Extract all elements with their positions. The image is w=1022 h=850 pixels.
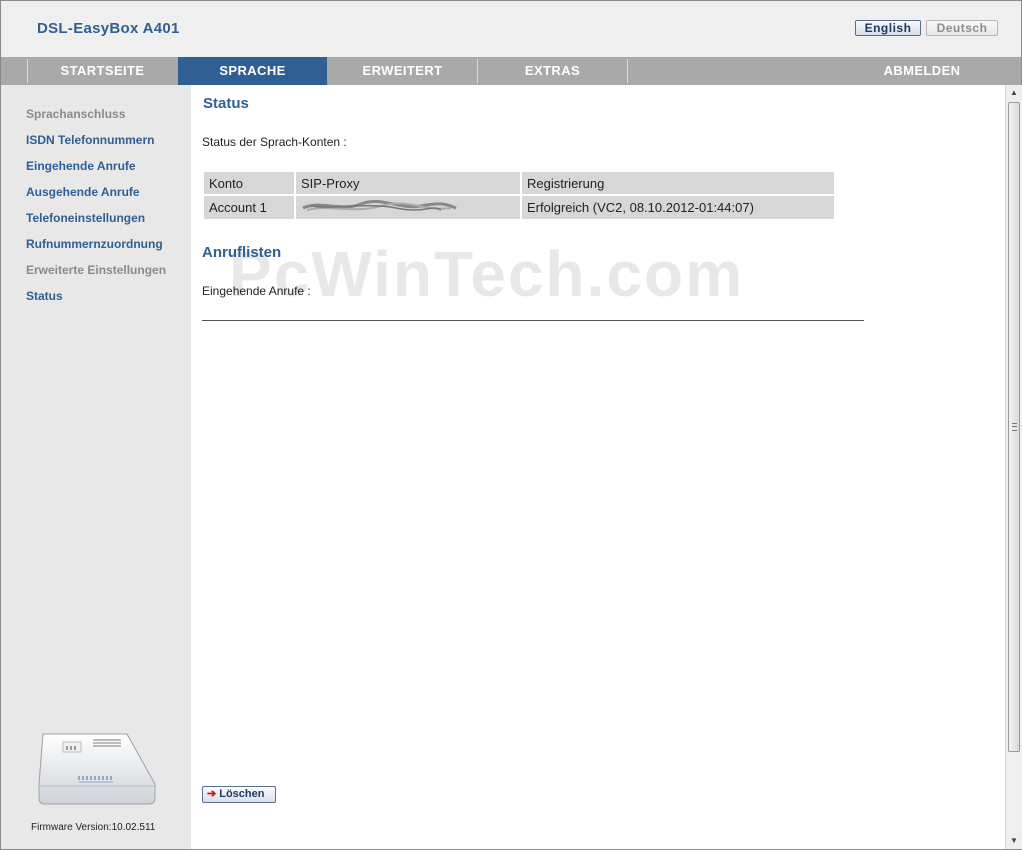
sidebar-item-erweiterte-einstellungen[interactable]: Erweiterte Einstellungen: [26, 263, 166, 277]
accounts-table: Konto SIP-Proxy Registrierung Account 1 …: [202, 170, 836, 221]
delete-button[interactable]: ➔ Löschen: [202, 786, 276, 803]
arrow-right-icon: ➔: [207, 788, 217, 800]
table-header-cell: Registrierung: [522, 172, 834, 194]
nav-separator: [627, 59, 628, 83]
router-device-image: [38, 733, 156, 805]
calllists-title: Anruflisten: [202, 244, 282, 261]
sidebar-item-sprachanschluss[interactable]: Sprachanschluss: [26, 107, 125, 121]
sidebar-item-rufnummernzuordnung[interactable]: Rufnummernzuordnung: [26, 237, 163, 251]
sidebar-item-status[interactable]: Status: [26, 289, 63, 303]
sidebar-item-telefoneinstellungen[interactable]: Telefoneinstellungen: [26, 211, 145, 225]
vertical-scrollbar[interactable]: ▲ ▼: [1005, 85, 1022, 849]
lang-deutsch-button[interactable]: Deutsch: [926, 20, 998, 36]
sidebar-item-isdn-telefonnummern[interactable]: ISDN Telefonnummern: [26, 133, 154, 147]
table-cell-registrierung: Erfolgreich (VC2, 08.10.2012-01:44:07): [522, 196, 834, 219]
table-header-cell: SIP-Proxy: [296, 172, 520, 194]
table-header-row: Konto SIP-Proxy Registrierung: [204, 172, 834, 194]
brand-title: DSL-EasyBox A401: [37, 20, 180, 37]
main-nav: STARTSEITE SPRACHE ERWEITERT EXTRAS ABME…: [1, 57, 1021, 85]
scrollbar-thumb[interactable]: [1008, 102, 1020, 752]
table-cell-sip-proxy: [296, 196, 520, 219]
table-cell-konto: Account 1: [204, 196, 294, 219]
sidebar-item-ausgehende-anrufe[interactable]: Ausgehende Anrufe: [26, 185, 140, 199]
nav-sprache[interactable]: SPRACHE: [178, 57, 327, 85]
table-row: Account 1 Erfolgreich (VC2, 08.10.2012-0…: [204, 196, 834, 219]
grip-icon: [1012, 423, 1017, 431]
lang-english-button[interactable]: English: [855, 20, 921, 36]
page-title: Status: [203, 95, 249, 112]
nav-startseite[interactable]: STARTSEITE: [28, 57, 177, 85]
divider: [202, 320, 864, 321]
nav-extras[interactable]: EXTRAS: [478, 57, 627, 85]
nav-abmelden[interactable]: ABMELDEN: [847, 57, 997, 85]
scroll-down-arrow-icon[interactable]: ▼: [1006, 833, 1022, 849]
main-content: PcWinTech.com Status Status der Sprach-K…: [191, 85, 1005, 849]
status-subtitle: Status der Sprach-Konten :: [202, 135, 347, 149]
table-header-cell: Konto: [204, 172, 294, 194]
incoming-calls-label: Eingehende Anrufe :: [202, 284, 311, 298]
redacted-scribble-icon: [302, 199, 457, 211]
sidebar: Sprachanschluss ISDN Telefonnummern Eing…: [1, 85, 191, 849]
watermark: PcWinTech.com: [229, 238, 744, 310]
scroll-up-arrow-icon[interactable]: ▲: [1006, 85, 1022, 101]
header: DSL-EasyBox A401 English Deutsch: [1, 1, 1021, 57]
nav-erweitert[interactable]: ERWEITERT: [328, 57, 477, 85]
sidebar-item-eingehende-anrufe[interactable]: Eingehende Anrufe: [26, 159, 136, 173]
firmware-version: Firmware Version:10.02.511: [31, 822, 156, 833]
delete-button-label: Löschen: [219, 788, 265, 800]
